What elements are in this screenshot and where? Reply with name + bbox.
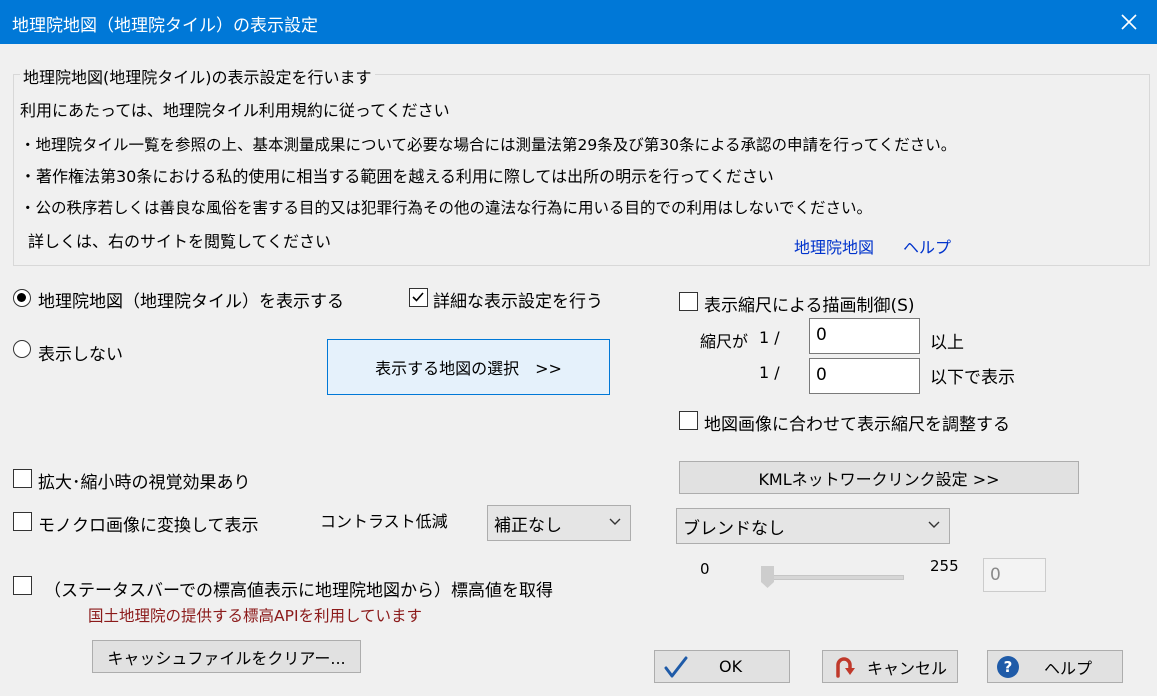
undo-arrow-icon [836,656,855,678]
kml-settings-button-label: KMLネットワークリンク設定 >> [758,469,1000,489]
blend-select[interactable]: ブレンドなし [676,508,950,544]
slider-value-field: 0 [983,558,1046,592]
elevation-checkbox[interactable] [13,576,32,595]
detailed-settings-label: 詳細な表示設定を行う [433,292,603,312]
radio-show[interactable] [13,289,31,307]
detailed-settings-checkbox[interactable] [409,288,428,307]
checkmark-icon [664,656,688,677]
svg-text:?: ? [1004,658,1013,676]
blend-select-value: ブレンドなし [683,519,785,539]
slider-track[interactable] [766,575,904,580]
scale-control-checkbox[interactable] [679,292,698,311]
chevron-down-icon [609,518,621,525]
details-text: 詳しくは、右のサイトを閲覧してください [28,232,332,251]
elevation-note: 国土地理院の提供する標高APIを利用しています [88,607,423,625]
info-group-title: 地理院地図(地理院タイル)の表示設定を行います [20,64,375,88]
cancel-button-label: キャンセル [867,658,948,678]
chevron-down-icon [928,521,940,528]
select-map-button[interactable]: 表示する地図の選択 >> [327,339,610,395]
adjust-scale-label: 地図画像に合わせて表示縮尺を調整する [704,415,1010,435]
elevation-label: （ステータスバーでの標高値表示に地理院地図から）標高値を取得 [44,581,553,601]
radio-show-label: 地理院地図（地理院タイル）を表示する [38,292,344,312]
scale-min-input[interactable]: 0 [809,318,920,354]
close-icon [1121,14,1137,30]
bullet-3: ・公の秩序若しくは善良な風俗を害する目的又は犯罪行為その他の違法な行為に用いる目… [20,199,873,217]
title-bar: 地理院地図（地理院タイル）の表示設定 [0,0,1157,44]
terms-line: 利用にあたっては、地理院タイル利用規約に従ってください [20,101,450,120]
clear-cache-button[interactable]: キャッシュファイルをクリアー... [92,640,361,673]
link-help[interactable]: ヘルプ [903,234,951,258]
scale-one-over-1: 1 / [759,328,780,347]
scale-below-label: 以下で表示 [930,368,1015,388]
window-title: 地理院地図（地理院タイル）の表示設定 [12,16,318,36]
scale-max-input[interactable]: 0 [809,358,920,394]
checkmark-icon [412,292,424,302]
select-map-button-label: 表示する地図の選択 >> [375,359,562,378]
contrast-label: コントラスト低減 [320,512,448,531]
question-circle-icon: ? [997,655,1019,678]
radio-hide-label: 表示しない [38,345,123,365]
scale-control-label: 表示縮尺による描画制御(S) [704,296,915,316]
cancel-button[interactable]: キャンセル [822,650,958,683]
scale-prefix: 縮尺が [700,332,749,351]
close-button[interactable] [1101,0,1157,44]
contrast-select-value: 補正なし [494,516,562,536]
clear-cache-button-label: キャッシュファイルをクリアー... [107,648,346,668]
bullet-1: ・地理院タイル一覧を参照の上、基本測量成果について必要な場合には測量法第29条及… [20,136,957,154]
mono-label: モノクロ画像に変換して表示 [38,516,259,536]
ok-button-label: OK [719,657,743,676]
help-button[interactable]: ? ヘルプ [987,650,1123,683]
slider-thumb[interactable] [761,566,774,588]
zoom-effect-checkbox[interactable] [13,469,32,488]
scale-one-over-2: 1 / [759,363,780,382]
adjust-scale-checkbox[interactable] [679,411,698,430]
radio-dot [17,293,26,302]
zoom-effect-label: 拡大･縮小時の視覚効果あり [38,473,251,493]
mono-checkbox[interactable] [13,512,32,531]
help-button-label: ヘルプ [1044,658,1093,678]
kml-settings-button[interactable]: KMLネットワークリンク設定 >> [679,461,1079,494]
radio-hide[interactable] [13,340,31,358]
scale-above-label: 以上 [930,333,964,353]
slider-max-label: 255 [930,557,959,575]
bullet-2: ・著作権法第30条における私的使用に相当する範囲を越える利用に際しては出所の明示… [20,167,774,186]
link-gsi-map[interactable]: 地理院地図 [794,234,874,258]
slider-min-label: 0 [700,560,710,578]
contrast-select[interactable]: 補正なし [487,505,631,541]
ok-button[interactable]: OK [654,650,790,683]
